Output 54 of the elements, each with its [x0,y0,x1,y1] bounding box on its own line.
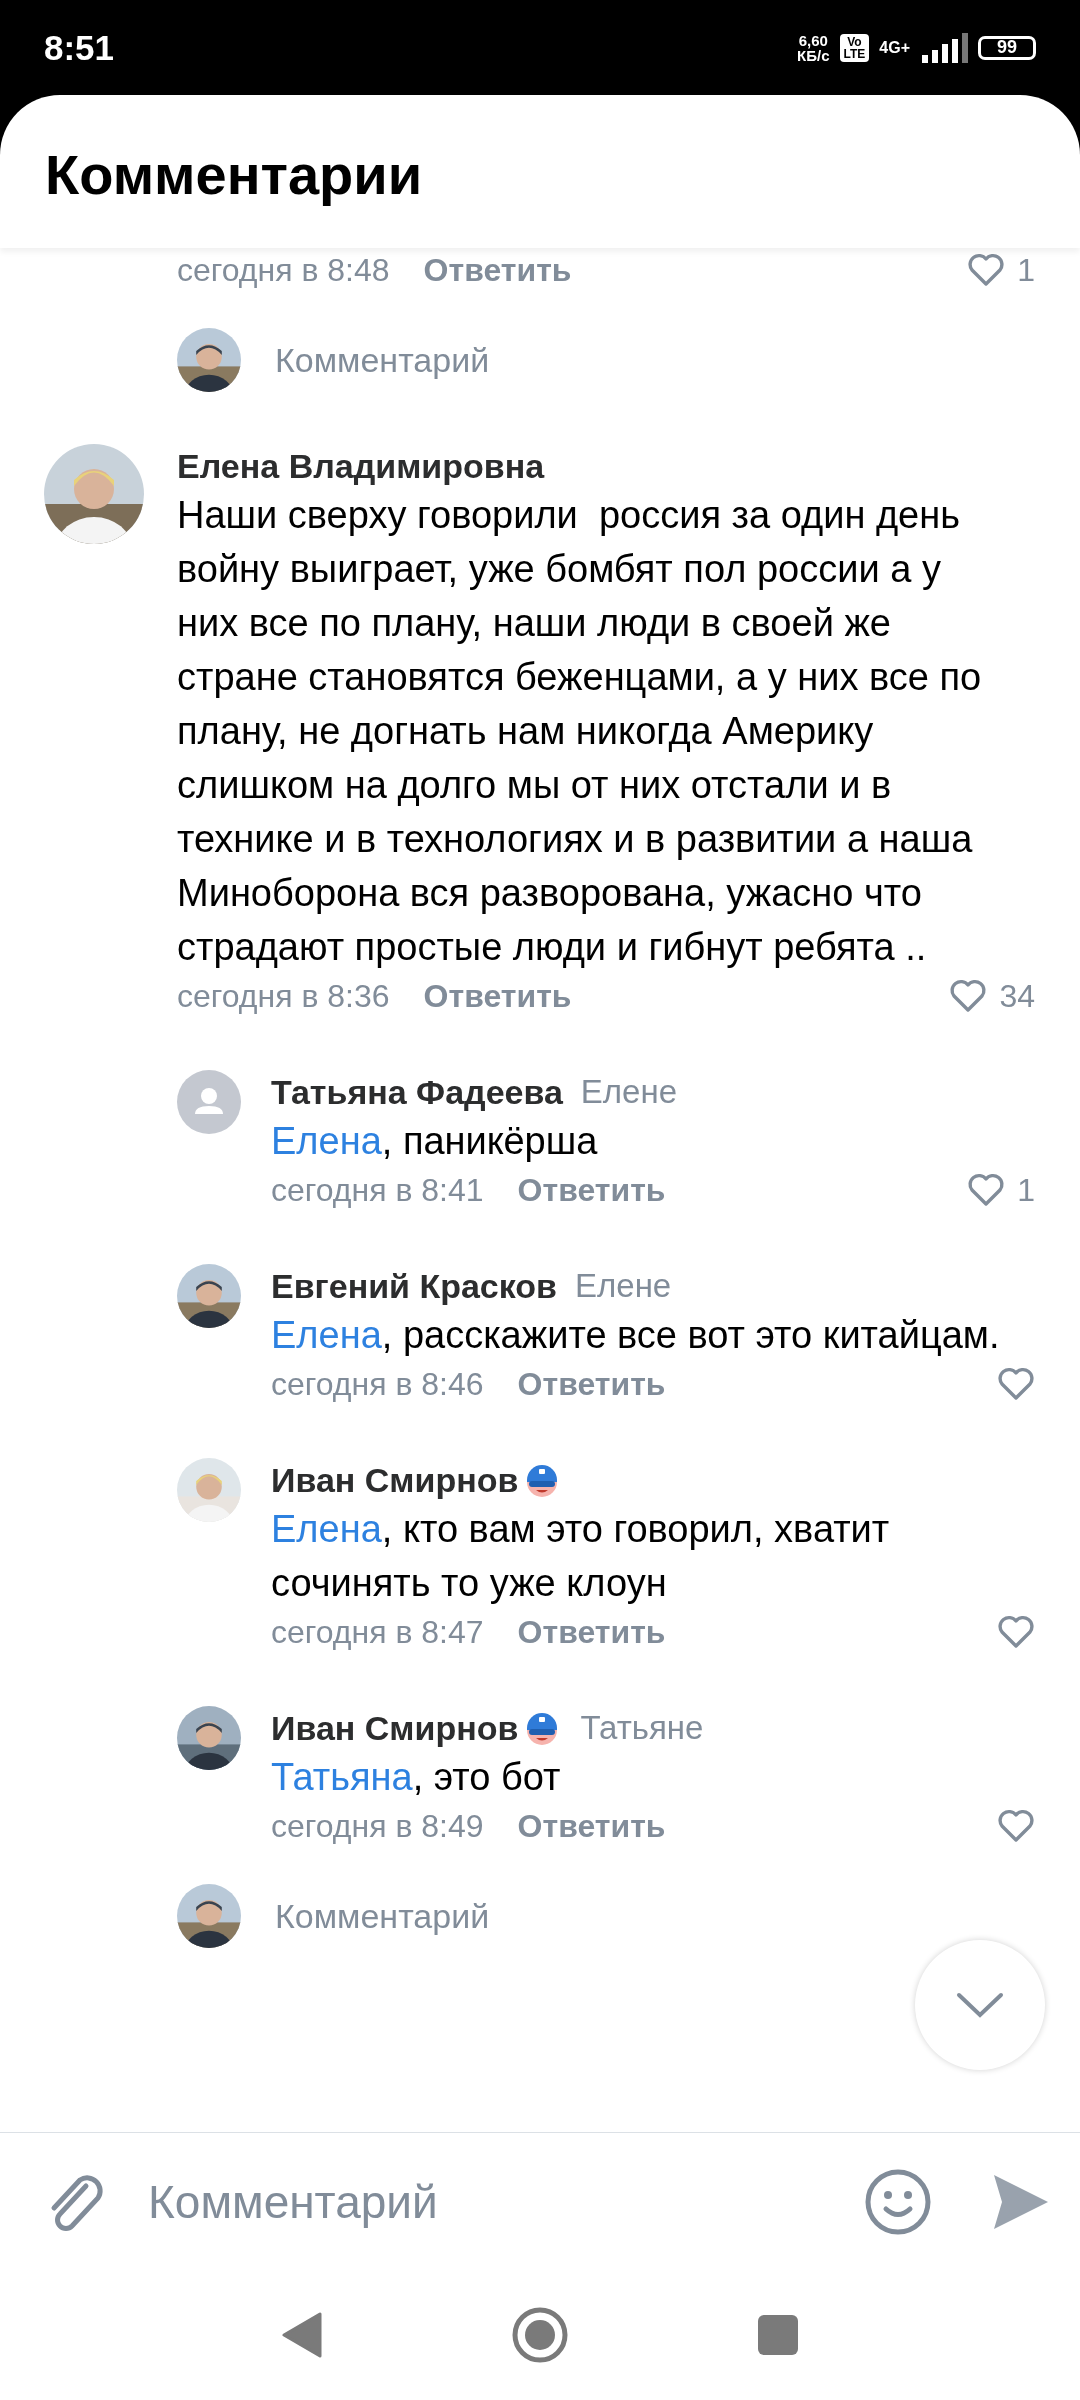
back-icon[interactable] [282,2312,322,2358]
reply-target: Елене [580,1073,677,1111]
chevron-down-icon [956,1992,1004,2018]
like-icon[interactable] [997,1809,1035,1843]
battery-indicator: 99 [978,35,1036,60]
reply-button[interactable]: Ответить [517,1613,666,1651]
volte-badge: Vo LTE [839,33,870,62]
comment-prompt[interactable]: Комментарий [275,340,490,380]
author-name: Евгений Красков [271,1266,557,1306]
smiley-icon[interactable] [864,2167,932,2236]
author-name: Елена Владимировна [177,446,545,486]
send-icon[interactable] [992,2172,1050,2231]
heart-icon [967,253,1006,287]
mention-link[interactable]: Елена [271,1314,382,1356]
mention-link[interactable]: Елена [271,1120,382,1162]
comment-text: Елена, расскажите все вот это китайцам. [271,1313,1001,1358]
author-name: Татьяна Фадеева [271,1072,563,1112]
comment-prompt[interactable]: Комментарий [275,1896,490,1936]
comment-time: сегодня в 8:49 [271,1807,484,1845]
comment-time: сегодня в 8:41 [271,1171,484,1209]
reply-button[interactable]: Ответить [517,1807,666,1845]
mention-link[interactable]: Татьяна [271,1756,413,1798]
like-button[interactable]: 1 [967,251,1035,289]
heart-icon [967,1173,1006,1207]
signal-icon [920,32,968,63]
like-button[interactable]: 1 [967,1171,1035,1209]
comment-text: Елена, паникёрша [271,1119,599,1164]
network-type: 4G+ [879,39,910,56]
mention-link[interactable]: Елена [271,1508,382,1550]
home-icon[interactable] [512,2307,568,2363]
comment-text: Елена, кто вам это говорил, хватит сочинять то уже клоун [271,1507,891,1606]
like-icon[interactable] [997,1367,1035,1401]
comment-time: сегодня в 8:46 [271,1365,484,1403]
author-name: Иван Смирнов [271,1708,519,1748]
comment-text: Татьяна, это бот [271,1755,562,1800]
recents-icon[interactable] [758,2315,798,2355]
comment-time: сегодня в 8:48 [177,251,390,289]
comment-time: сегодня в 8:36 [177,977,390,1015]
page-title: Комментарии [45,142,423,207]
like-icon[interactable] [997,1615,1035,1649]
reply-target: Татьяне [580,1709,704,1747]
reply-target: Елене [575,1267,672,1305]
network-speed: 6,60 КБ/с [797,32,830,63]
comment-time: сегодня в 8:47 [271,1613,484,1651]
author-name: Иван Смирнов [271,1460,519,1500]
reply-button[interactable]: Ответить [517,1365,666,1403]
status-time: 8:51 [44,27,116,68]
reply-button[interactable]: Ответить [517,1171,666,1209]
comment-text: Наши сверху говорили россия за один день войну выиграет, уже бомбят пол россии а у них все по плану, наши люди в своей же стране становятся беженцами, а у них все по плану, не догнать нам никогда Америку слишком на долго мы от них отстали и в технике и в технологиях и в развитии а наша Миноборона вся разворована, ужасно что страдают простые люди и гибнут ребята .. [177,493,983,970]
reply-button[interactable]: Ответить [423,977,572,1015]
reply-button[interactable]: Ответить [423,251,572,289]
comment-input[interactable]: Комментарий [148,2174,864,2229]
heart-icon [949,979,988,1013]
like-button[interactable]: 34 [949,977,1035,1015]
